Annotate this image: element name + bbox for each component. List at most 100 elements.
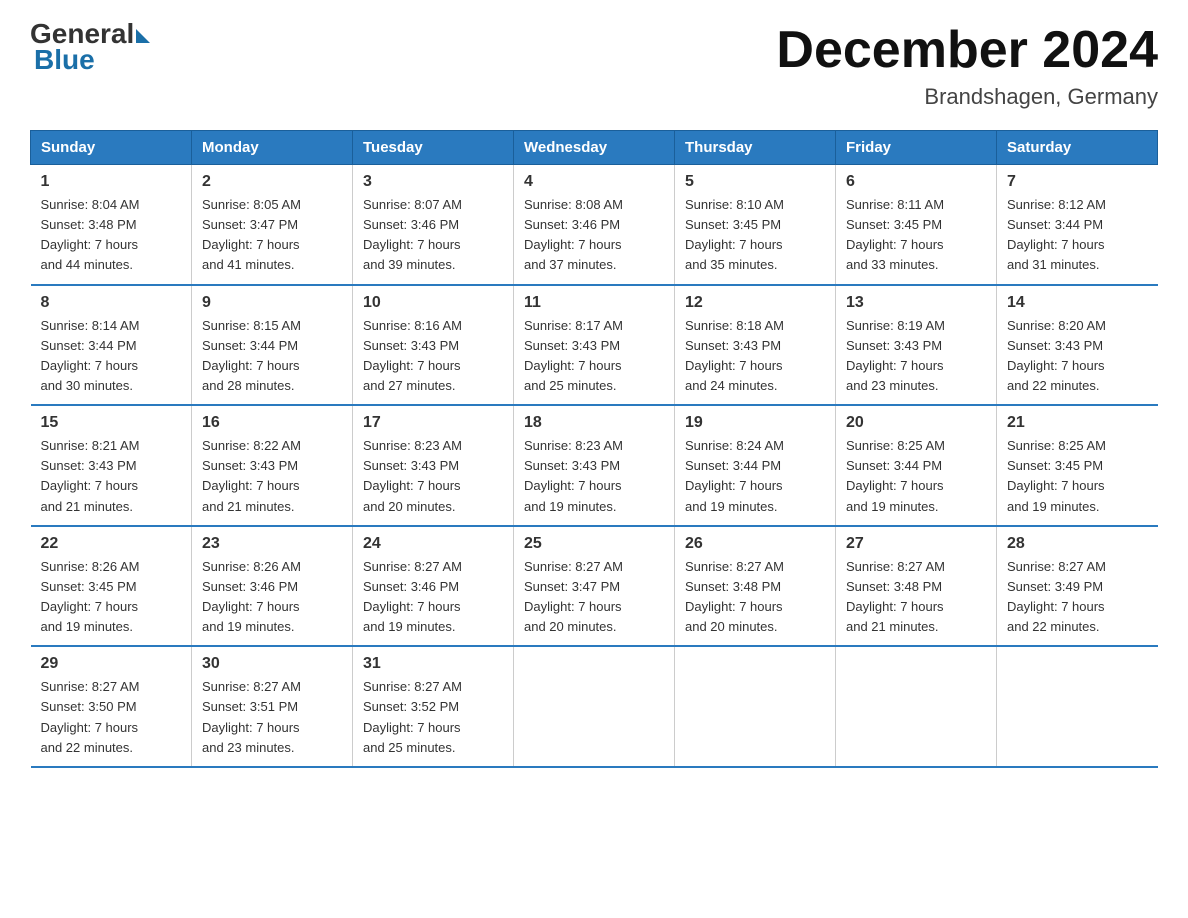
day-info: Sunrise: 8:27 AM Sunset: 3:50 PM Dayligh… [41,677,182,758]
header-monday: Monday [192,131,353,165]
day-info: Sunrise: 8:15 AM Sunset: 3:44 PM Dayligh… [202,316,342,397]
calendar-header-row: Sunday Monday Tuesday Wednesday Thursday… [31,131,1158,165]
day-number: 23 [202,535,342,553]
day-number: 7 [1007,173,1148,191]
table-row: 21 Sunrise: 8:25 AM Sunset: 3:45 PM Dayli… [997,405,1158,526]
day-info: Sunrise: 8:12 AM Sunset: 3:44 PM Dayligh… [1007,195,1148,276]
day-info: Sunrise: 8:27 AM Sunset: 3:48 PM Dayligh… [846,557,986,638]
day-number: 31 [363,655,503,673]
day-info: Sunrise: 8:23 AM Sunset: 3:43 PM Dayligh… [524,436,664,517]
table-row: 31 Sunrise: 8:27 AM Sunset: 3:52 PM Dayli… [353,646,514,767]
day-number: 9 [202,294,342,312]
day-number: 14 [1007,294,1148,312]
table-row: 24 Sunrise: 8:27 AM Sunset: 3:46 PM Dayli… [353,526,514,647]
header-friday: Friday [836,131,997,165]
calendar-week-row: 29 Sunrise: 8:27 AM Sunset: 3:50 PM Dayli… [31,646,1158,767]
header-thursday: Thursday [675,131,836,165]
day-info: Sunrise: 8:27 AM Sunset: 3:46 PM Dayligh… [363,557,503,638]
table-row: 28 Sunrise: 8:27 AM Sunset: 3:49 PM Dayli… [997,526,1158,647]
day-info: Sunrise: 8:22 AM Sunset: 3:43 PM Dayligh… [202,436,342,517]
day-info: Sunrise: 8:24 AM Sunset: 3:44 PM Dayligh… [685,436,825,517]
table-row: 23 Sunrise: 8:26 AM Sunset: 3:46 PM Dayli… [192,526,353,647]
day-info: Sunrise: 8:27 AM Sunset: 3:47 PM Dayligh… [524,557,664,638]
day-number: 29 [41,655,182,673]
day-info: Sunrise: 8:27 AM Sunset: 3:51 PM Dayligh… [202,677,342,758]
calendar-week-row: 1 Sunrise: 8:04 AM Sunset: 3:48 PM Daylig… [31,165,1158,285]
table-row: 8 Sunrise: 8:14 AM Sunset: 3:44 PM Daylig… [31,285,192,406]
day-number: 8 [41,294,182,312]
day-info: Sunrise: 8:19 AM Sunset: 3:43 PM Dayligh… [846,316,986,397]
table-row [836,646,997,767]
table-row: 2 Sunrise: 8:05 AM Sunset: 3:47 PM Daylig… [192,165,353,285]
day-number: 3 [363,173,503,191]
day-number: 6 [846,173,986,191]
header-tuesday: Tuesday [353,131,514,165]
location: Brandshagen, Germany [776,84,1158,110]
day-info: Sunrise: 8:08 AM Sunset: 3:46 PM Dayligh… [524,195,664,276]
day-info: Sunrise: 8:25 AM Sunset: 3:45 PM Dayligh… [1007,436,1148,517]
calendar-week-row: 15 Sunrise: 8:21 AM Sunset: 3:43 PM Dayli… [31,405,1158,526]
day-info: Sunrise: 8:21 AM Sunset: 3:43 PM Dayligh… [41,436,182,517]
table-row: 25 Sunrise: 8:27 AM Sunset: 3:47 PM Dayli… [514,526,675,647]
day-number: 25 [524,535,664,553]
table-row: 16 Sunrise: 8:22 AM Sunset: 3:43 PM Dayli… [192,405,353,526]
day-number: 17 [363,414,503,432]
day-info: Sunrise: 8:04 AM Sunset: 3:48 PM Dayligh… [41,195,182,276]
table-row: 15 Sunrise: 8:21 AM Sunset: 3:43 PM Dayli… [31,405,192,526]
logo: General Blue [30,20,150,74]
day-number: 13 [846,294,986,312]
day-info: Sunrise: 8:26 AM Sunset: 3:46 PM Dayligh… [202,557,342,638]
day-number: 15 [41,414,182,432]
day-info: Sunrise: 8:27 AM Sunset: 3:49 PM Dayligh… [1007,557,1148,638]
header-saturday: Saturday [997,131,1158,165]
table-row: 1 Sunrise: 8:04 AM Sunset: 3:48 PM Daylig… [31,165,192,285]
day-number: 19 [685,414,825,432]
day-info: Sunrise: 8:25 AM Sunset: 3:44 PM Dayligh… [846,436,986,517]
day-number: 24 [363,535,503,553]
logo-arrow-icon [136,29,150,43]
day-info: Sunrise: 8:10 AM Sunset: 3:45 PM Dayligh… [685,195,825,276]
day-number: 2 [202,173,342,191]
table-row: 27 Sunrise: 8:27 AM Sunset: 3:48 PM Dayli… [836,526,997,647]
day-number: 30 [202,655,342,673]
day-info: Sunrise: 8:05 AM Sunset: 3:47 PM Dayligh… [202,195,342,276]
day-info: Sunrise: 8:14 AM Sunset: 3:44 PM Dayligh… [41,316,182,397]
table-row: 9 Sunrise: 8:15 AM Sunset: 3:44 PM Daylig… [192,285,353,406]
day-number: 11 [524,294,664,312]
table-row: 19 Sunrise: 8:24 AM Sunset: 3:44 PM Dayli… [675,405,836,526]
table-row: 14 Sunrise: 8:20 AM Sunset: 3:43 PM Dayli… [997,285,1158,406]
day-info: Sunrise: 8:18 AM Sunset: 3:43 PM Dayligh… [685,316,825,397]
table-row: 30 Sunrise: 8:27 AM Sunset: 3:51 PM Dayli… [192,646,353,767]
table-row: 17Sunrise: 8:23 AM Sunset: 3:43 PM Dayli… [353,405,514,526]
table-row: 5 Sunrise: 8:10 AM Sunset: 3:45 PM Daylig… [675,165,836,285]
table-row: 12 Sunrise: 8:18 AM Sunset: 3:43 PM Dayli… [675,285,836,406]
calendar-week-row: 8 Sunrise: 8:14 AM Sunset: 3:44 PM Daylig… [31,285,1158,406]
day-info: Sunrise: 8:20 AM Sunset: 3:43 PM Dayligh… [1007,316,1148,397]
header-wednesday: Wednesday [514,131,675,165]
day-number: 4 [524,173,664,191]
day-number: 26 [685,535,825,553]
day-number: 1 [41,173,182,191]
day-number: 18 [524,414,664,432]
table-row: 29 Sunrise: 8:27 AM Sunset: 3:50 PM Dayli… [31,646,192,767]
calendar-table: Sunday Monday Tuesday Wednesday Thursday… [30,130,1158,768]
day-info: Sunrise: 8:27 AM Sunset: 3:52 PM Dayligh… [363,677,503,758]
table-row: 3Sunrise: 8:07 AM Sunset: 3:46 PM Daylig… [353,165,514,285]
day-number: 28 [1007,535,1148,553]
table-row: 6 Sunrise: 8:11 AM Sunset: 3:45 PM Daylig… [836,165,997,285]
day-number: 21 [1007,414,1148,432]
day-number: 16 [202,414,342,432]
title-block: December 2024 Brandshagen, Germany [776,20,1158,110]
day-info: Sunrise: 8:27 AM Sunset: 3:48 PM Dayligh… [685,557,825,638]
table-row: 26 Sunrise: 8:27 AM Sunset: 3:48 PM Dayli… [675,526,836,647]
day-number: 5 [685,173,825,191]
day-info: Sunrise: 8:17 AM Sunset: 3:43 PM Dayligh… [524,316,664,397]
day-number: 27 [846,535,986,553]
day-number: 20 [846,414,986,432]
day-number: 12 [685,294,825,312]
day-info: Sunrise: 8:11 AM Sunset: 3:45 PM Dayligh… [846,195,986,276]
day-number: 10 [363,294,503,312]
day-info: Sunrise: 8:26 AM Sunset: 3:45 PM Dayligh… [41,557,182,638]
table-row: 13 Sunrise: 8:19 AM Sunset: 3:43 PM Dayli… [836,285,997,406]
table-row [675,646,836,767]
